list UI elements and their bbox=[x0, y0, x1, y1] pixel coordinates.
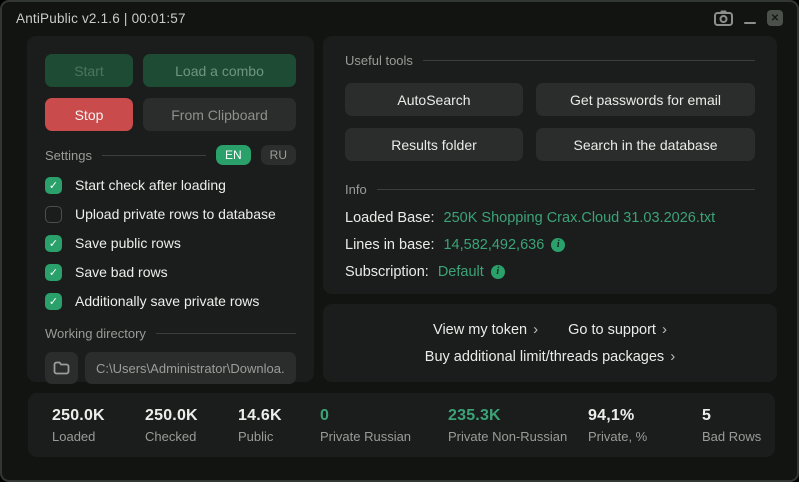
load-combo-button[interactable]: Load a combo bbox=[143, 54, 296, 87]
support-label: Go to support bbox=[568, 321, 656, 338]
autosearch-button[interactable]: AutoSearch bbox=[345, 83, 523, 116]
lines-in-base-value: 14,582,492,636 bbox=[443, 236, 545, 253]
close-button[interactable]: ✕ bbox=[767, 10, 783, 26]
control-panel: Start Load a combo Stop From Clipboard S… bbox=[27, 36, 314, 384]
subscription-row: Subscription: Default i bbox=[345, 261, 755, 282]
stat-label: Private, % bbox=[588, 428, 648, 444]
checkbox-checked-icon bbox=[45, 176, 62, 194]
checkbox-label: Additionally save private rows bbox=[75, 293, 260, 309]
stat-label: Private Russian bbox=[320, 428, 412, 444]
window-title: AntiPublic v2.1.6 | 00:01:57 bbox=[16, 10, 186, 26]
checkbox-start-check-after-loading[interactable]: Start check after loading bbox=[45, 176, 296, 194]
info-icon[interactable]: i bbox=[551, 237, 566, 252]
lang-en-button[interactable]: EN bbox=[215, 145, 251, 165]
stat-private-russian: 0 Private Russian bbox=[320, 407, 448, 444]
working-directory-label: Working directory bbox=[45, 326, 146, 341]
window-controls: ✕ bbox=[714, 10, 783, 26]
stat-value: 94,1% bbox=[588, 406, 635, 424]
stat-label: Public bbox=[238, 428, 274, 444]
stat-value: 5 bbox=[702, 406, 712, 424]
subscription-label: Subscription: bbox=[345, 263, 429, 280]
view-token-link[interactable]: View my token › bbox=[433, 321, 538, 338]
stat-value: 14.6K bbox=[238, 406, 282, 424]
results-folder-button[interactable]: Results folder bbox=[345, 128, 523, 161]
stat-label: Loaded bbox=[52, 428, 96, 444]
checkbox-label: Start check after loading bbox=[75, 177, 226, 193]
checkbox-additionally-save-private-rows[interactable]: Additionally save private rows bbox=[45, 292, 296, 310]
close-icon: ✕ bbox=[770, 12, 780, 24]
divider bbox=[155, 333, 296, 334]
useful-tools-header: Useful tools bbox=[345, 53, 755, 68]
stats-bar: 250.0K Loaded 250.0K Checked 14.6K Publi… bbox=[28, 393, 775, 457]
stat-value: 250.0K bbox=[52, 406, 105, 424]
divider bbox=[376, 189, 755, 190]
chevron-right-icon: › bbox=[533, 321, 539, 338]
titlebar: AntiPublic v2.1.6 | 00:01:57 ✕ bbox=[2, 2, 797, 34]
checkbox-label: Save bad rows bbox=[75, 264, 168, 280]
checkbox-save-public-rows[interactable]: Save public rows bbox=[45, 234, 296, 252]
divider bbox=[101, 154, 206, 156]
chevron-right-icon: › bbox=[670, 348, 676, 365]
support-link[interactable]: Go to support › bbox=[568, 321, 667, 338]
loaded-base-row: Loaded Base: 250K Shopping Crax.Cloud 31… bbox=[345, 207, 755, 228]
subscription-value: Default bbox=[437, 263, 484, 280]
settings-checkboxes: Start check after loading Upload private… bbox=[45, 176, 296, 310]
stat-value: 0 bbox=[320, 406, 330, 424]
checkbox-checked-icon bbox=[45, 234, 62, 252]
app-window: AntiPublic v2.1.6 | 00:01:57 ✕ Start Loa… bbox=[0, 0, 799, 482]
search-database-button[interactable]: Search in the database bbox=[536, 128, 755, 161]
stat-bad-rows: 5 Bad Rows bbox=[702, 407, 761, 444]
loaded-base-label: Loaded Base: bbox=[345, 209, 435, 226]
stat-value: 250.0K bbox=[145, 406, 198, 424]
buy-packages-label: Buy additional limit/threads packages bbox=[424, 348, 665, 365]
loaded-base-value: 250K Shopping Crax.Cloud 31.03.2026.txt bbox=[443, 209, 716, 226]
info-label: Info bbox=[345, 182, 367, 197]
view-token-label: View my token bbox=[433, 321, 528, 338]
stat-label: Private Non-Russian bbox=[448, 428, 568, 444]
tools-info-panel: Useful tools AutoSearch Get passwords fo… bbox=[323, 36, 777, 294]
checkbox-label: Upload private rows to database bbox=[75, 206, 276, 222]
stat-private-percent: 94,1% Private, % bbox=[588, 407, 702, 444]
divider bbox=[422, 60, 755, 61]
info-icon[interactable]: i bbox=[490, 264, 505, 279]
lines-in-base-row: Lines in base: 14,582,492,636 i bbox=[345, 234, 755, 255]
stat-checked: 250.0K Checked bbox=[145, 407, 238, 444]
camera-icon[interactable] bbox=[714, 10, 733, 26]
checkbox-upload-private-rows[interactable]: Upload private rows to database bbox=[45, 205, 296, 223]
stat-value: 235.3K bbox=[448, 406, 501, 424]
stop-button[interactable]: Stop bbox=[45, 98, 133, 131]
from-clipboard-button[interactable]: From Clipboard bbox=[143, 98, 296, 131]
minimize-button[interactable] bbox=[744, 21, 756, 24]
links-panel: View my token › Go to support › Buy addi… bbox=[323, 304, 777, 382]
buy-packages-link[interactable]: Buy additional limit/threads packages › bbox=[425, 348, 675, 365]
start-button[interactable]: Start bbox=[45, 54, 133, 87]
settings-label: Settings bbox=[45, 147, 92, 163]
stat-private-non-russian: 235.3K Private Non-Russian bbox=[448, 407, 588, 444]
checkbox-unchecked-icon bbox=[45, 205, 62, 223]
working-directory-input[interactable] bbox=[85, 352, 296, 384]
lang-ru-button[interactable]: RU bbox=[260, 145, 296, 165]
stat-public: 14.6K Public bbox=[238, 407, 320, 444]
checkbox-checked-icon bbox=[45, 263, 62, 281]
checkbox-checked-icon bbox=[45, 292, 62, 310]
checkbox-label: Save public rows bbox=[75, 235, 181, 251]
browse-folder-button[interactable] bbox=[45, 352, 78, 384]
settings-header: Settings EN RU bbox=[45, 145, 296, 165]
lines-in-base-label: Lines in base: bbox=[345, 236, 435, 253]
folder-icon bbox=[53, 361, 70, 375]
working-directory-header: Working directory bbox=[45, 326, 296, 341]
get-passwords-button[interactable]: Get passwords for email bbox=[536, 83, 755, 116]
stat-loaded: 250.0K Loaded bbox=[52, 407, 145, 444]
info-header: Info bbox=[345, 182, 755, 197]
stat-label: Checked bbox=[145, 428, 197, 444]
checkbox-save-bad-rows[interactable]: Save bad rows bbox=[45, 263, 296, 281]
stat-label: Bad Rows bbox=[702, 428, 762, 444]
chevron-right-icon: › bbox=[661, 321, 667, 338]
useful-tools-label: Useful tools bbox=[345, 53, 413, 68]
